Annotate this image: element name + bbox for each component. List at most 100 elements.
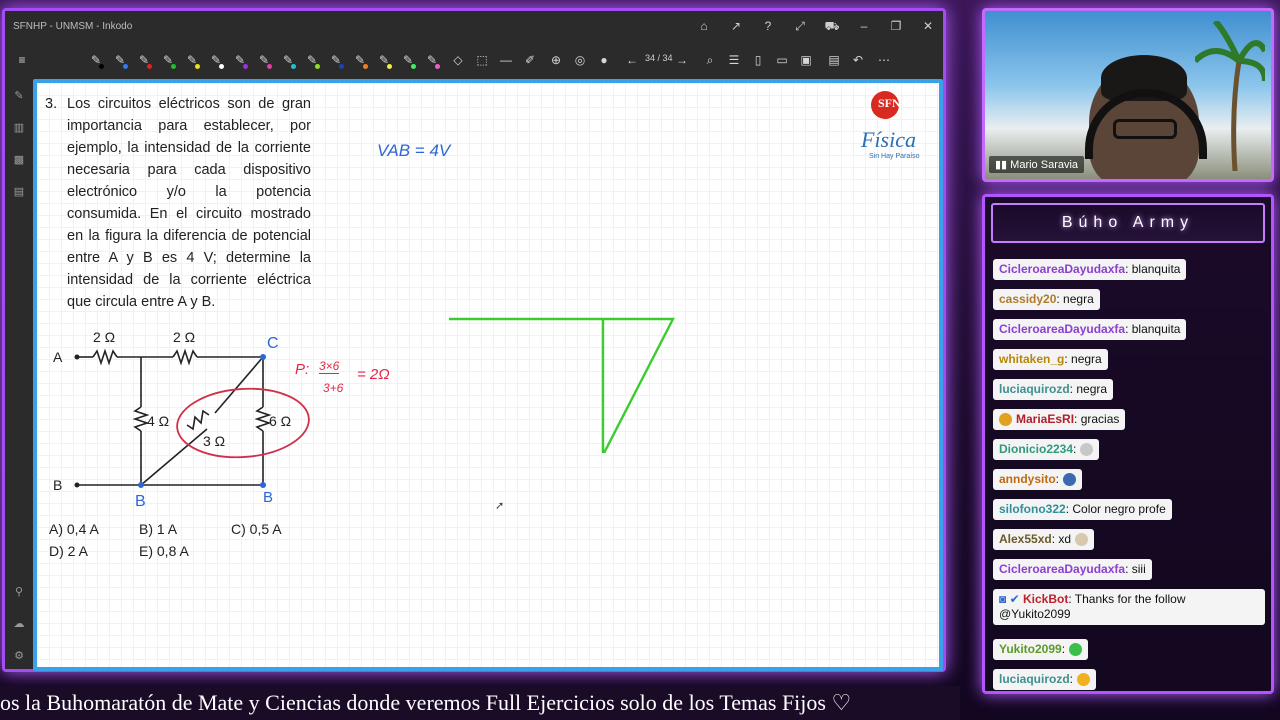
chat-message: Alex55xd: xd — [993, 529, 1095, 550]
chat-panel: Búho Army CicleroareaDayudaxfa: blanquit… — [982, 194, 1274, 694]
pen-tool-navy[interactable]: ✎ — [327, 50, 345, 70]
logo-badge: SFN — [878, 96, 901, 110]
book-icon[interactable]: ▥ — [11, 121, 27, 137]
image-icon[interactable]: ▩ — [11, 153, 27, 169]
chat-username[interactable]: silofono322 — [999, 502, 1066, 516]
highlighter-tool[interactable]: ✎ — [375, 50, 393, 70]
chat-username[interactable]: Alex55xd — [999, 532, 1052, 546]
chat-text: : blanquita — [1125, 262, 1181, 276]
expand-icon[interactable]: ⤢ — [791, 17, 809, 35]
chat-username[interactable]: MariaEsRI — [1016, 412, 1074, 426]
clipboard-icon[interactable]: ▤ — [11, 185, 27, 201]
chat-username[interactable]: luciaquirozd — [999, 672, 1070, 686]
menu-icon[interactable]: ≡ — [13, 50, 31, 70]
help-icon[interactable]: ? — [759, 17, 777, 35]
chat-username[interactable]: KickBot — [1023, 592, 1068, 606]
resistor-label-4ohm: 4 Ω — [147, 413, 170, 429]
fisica-logo: SFN Física Sin Hay Paraíso — [841, 89, 937, 169]
pen-tool-red[interactable]: ✎ — [135, 50, 153, 70]
handwritten-fraction-numerator: 3×6 — [319, 359, 340, 374]
whiteboard-canvas[interactable]: 3. Los circuitos eléctricos son de gran … — [33, 79, 943, 671]
chat-username[interactable]: cassidy20 — [999, 292, 1056, 306]
more-icon[interactable]: ⋯ — [875, 50, 893, 70]
pen-tool-blue[interactable]: ✎ — [111, 50, 129, 70]
cart-icon[interactable]: ⛟ — [823, 17, 841, 35]
line-icon[interactable]: — — [497, 50, 515, 70]
pen-tool-black[interactable]: ✎ — [87, 50, 105, 70]
chat-message: ◙ ✔ KickBot: Thanks for the follow @Yukit… — [993, 589, 1265, 625]
pen-side-icon[interactable]: ✎ — [11, 89, 27, 105]
emoji-icon — [1063, 473, 1077, 487]
emoji-icon — [1069, 643, 1083, 657]
chat-username[interactable]: luciaquirozd — [999, 382, 1070, 396]
glasses-image — [1113, 119, 1177, 139]
chat-text: : gracias — [1074, 412, 1120, 426]
pen-tool-pink[interactable]: ✎ — [255, 50, 273, 70]
target-icon[interactable]: ⊕ — [547, 50, 565, 70]
chat-message: MariaEsRI: gracias — [993, 409, 1126, 430]
close-icon[interactable]: ✕ — [919, 17, 937, 35]
chat-text: : negra — [1056, 292, 1094, 306]
pin-icon[interactable]: ⚲ — [11, 585, 27, 601]
chat-username[interactable]: CicleroareaDayudaxfa — [999, 322, 1125, 336]
resistor-label-3ohm: 3 Ω — [203, 433, 226, 449]
ticker-text: os la Buhomaratón de Mate y Ciencias don… — [0, 690, 852, 715]
eraser-icon[interactable]: ◇ — [449, 50, 467, 70]
handwritten-p: P: — [295, 361, 310, 378]
save-icon[interactable]: ▣ — [797, 50, 815, 70]
chat-text: : negra — [1069, 382, 1108, 396]
settings-icon[interactable]: ⚙ — [11, 649, 27, 665]
next-page-icon[interactable]: → — [673, 50, 691, 70]
chat-username[interactable]: Yukito2099 — [999, 642, 1062, 656]
node-b-dot — [74, 482, 80, 488]
chat-text: : siii — [1125, 562, 1146, 576]
pen-tool-lime[interactable]: ✎ — [303, 50, 321, 70]
chat-text: : — [1073, 442, 1077, 456]
undo-icon[interactable]: ↶ — [849, 50, 867, 70]
inkodo-window: SFNHP - UNMSM - Inkodo ⌂ ↗ ? ⤢ ⛟ – ❐ ✕ ≡… — [2, 8, 946, 672]
chat-username[interactable]: CicleroareaDayudaxfa — [999, 262, 1125, 276]
mouse-cursor: ➚ — [495, 500, 505, 512]
chat-message: luciaquirozd: — [993, 669, 1097, 690]
chat-message: anndysito: — [993, 469, 1083, 490]
webcam-name-tag: ▮▮ Mario Saravia — [989, 156, 1085, 173]
pen-tool-cyan[interactable]: ✎ — [279, 50, 297, 70]
chat-message: luciaquirozd: negra — [993, 379, 1114, 400]
pen-tool-green[interactable]: ✎ — [159, 50, 177, 70]
chat-username[interactable]: CicleroareaDayudaxfa — [999, 562, 1125, 576]
maximize-icon[interactable]: ❐ — [887, 17, 905, 35]
mic-icon[interactable]: ● — [595, 50, 613, 70]
zoom-icon[interactable]: ⌕ — [701, 50, 719, 70]
chat-message: silofono322: Color negro profe — [993, 499, 1172, 520]
paste-icon[interactable]: ▤ — [825, 50, 843, 70]
chat-username[interactable]: anndysito — [999, 472, 1056, 486]
chat-text: : xd — [1051, 532, 1072, 546]
pencil-icon[interactable]: ✐ — [521, 50, 539, 70]
annotation-b-left: B — [135, 493, 146, 510]
prev-page-icon[interactable]: ← — [623, 50, 641, 70]
new-page-icon[interactable]: ▯ — [749, 50, 767, 70]
select-icon[interactable]: ⬚ — [473, 50, 491, 70]
cloud-icon[interactable]: ☁ — [11, 617, 27, 633]
chat-text: : Color negro profe — [1065, 502, 1166, 516]
chat-username[interactable]: Dionicio2234 — [999, 442, 1073, 456]
pen-tool-purple[interactable]: ✎ — [231, 50, 249, 70]
option-e: E) 0,8 A — [139, 543, 189, 559]
highlighter-tool-pink[interactable]: ✎ — [423, 50, 441, 70]
pen-tool-orange[interactable]: ✎ — [351, 50, 369, 70]
chat-text: : blanquita — [1125, 322, 1181, 336]
highlighter-tool-green[interactable]: ✎ — [399, 50, 417, 70]
share-icon[interactable]: ↗ — [727, 17, 745, 35]
settings-sliders-icon[interactable]: ☰ — [725, 50, 743, 70]
minimize-icon[interactable]: – — [855, 17, 873, 35]
lock-icon[interactable]: ⌂ — [695, 17, 713, 35]
pen-tool-yellow[interactable]: ✎ — [183, 50, 201, 70]
problem-number: 3. — [45, 96, 58, 112]
ticker-banner: os la Buhomaratón de Mate y Ciencias don… — [0, 686, 960, 720]
pen-tool-white[interactable]: ✎ — [207, 50, 225, 70]
chat-text: : — [1061, 642, 1066, 656]
globe-icon[interactable]: ◎ — [571, 50, 589, 70]
folder-icon[interactable]: ▭ — [773, 50, 791, 70]
node-c-label: C — [267, 335, 279, 352]
chat-username[interactable]: whitaken_g — [999, 352, 1064, 366]
